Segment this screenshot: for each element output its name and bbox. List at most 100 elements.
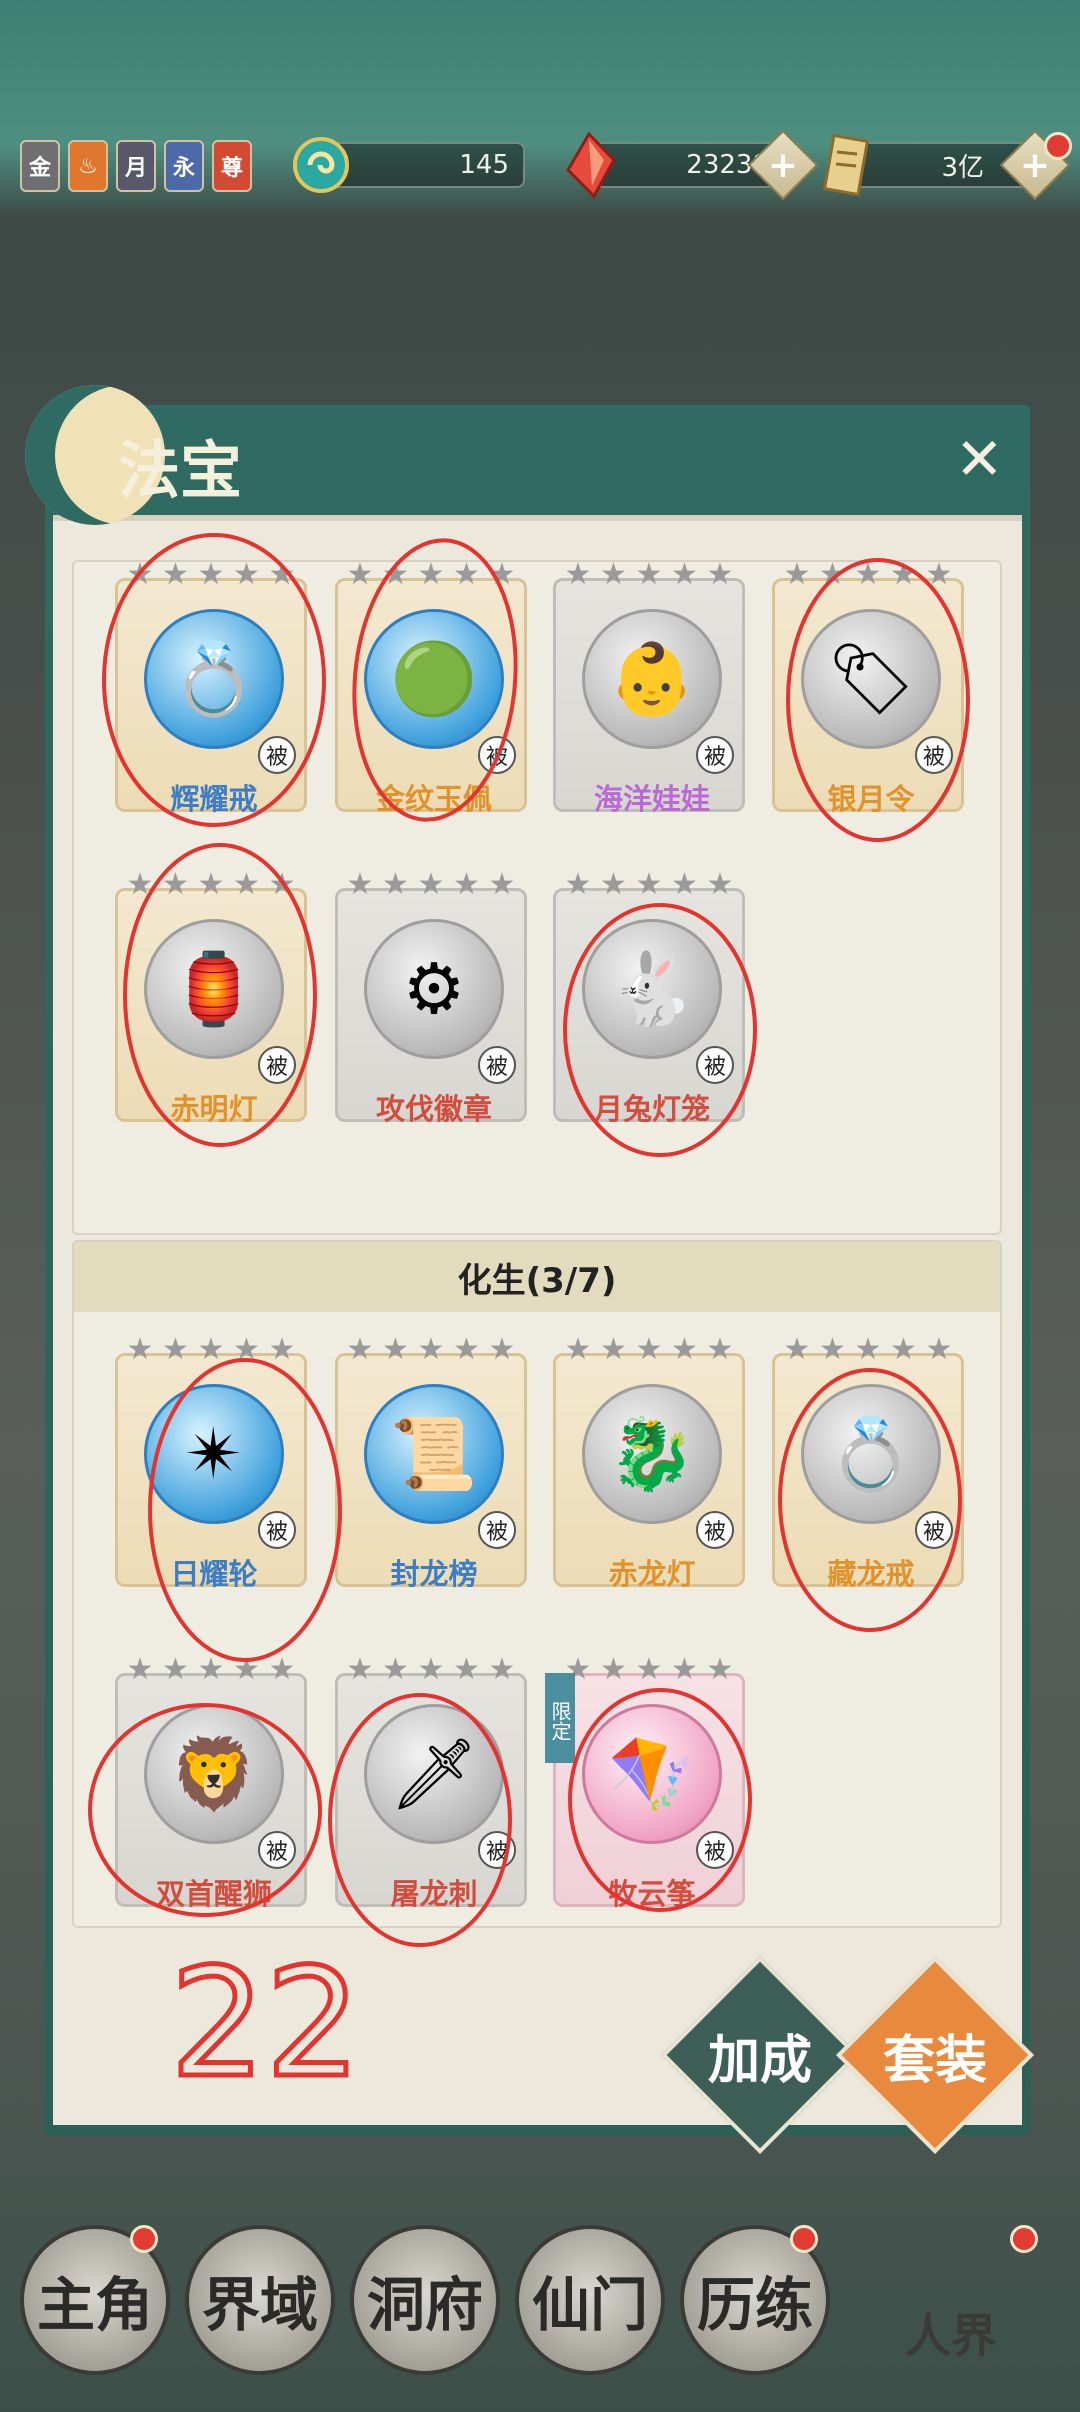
- star-icon: ★: [890, 557, 917, 592]
- notification-dot: [1044, 132, 1072, 160]
- passive-badge: 被: [478, 736, 516, 774]
- star-icon: ★: [600, 1332, 627, 1367]
- treasure-name: 封龙榜: [390, 1557, 478, 1591]
- star-icon: ★: [783, 557, 811, 592]
- treasure-card[interactable]: 🐉 被赤龙灯 ★ ★ ★ ★ ★: [553, 1332, 745, 1591]
- card-frame: 🦁 被双首醒狮: [115, 1673, 307, 1911]
- treasure-icon: 🦁: [144, 1704, 284, 1844]
- honor-badge-icon[interactable]: 尊: [212, 140, 252, 192]
- star-rating: ★ ★ ★ ★ ★: [563, 867, 735, 902]
- star-icon: ★: [600, 867, 627, 902]
- treasure-glyph-icon: 🪁: [608, 1732, 696, 1815]
- treasure-glyph-icon: 🏷: [826, 637, 916, 720]
- moon-badge-icon[interactable]: 月: [116, 140, 156, 192]
- treasure-glyph-icon: 🗡: [389, 1732, 479, 1815]
- star-icon: ★: [197, 557, 225, 592]
- treasure-card[interactable]: 🏷 被银月令 ★ ★ ★ ★ ★: [772, 557, 964, 816]
- treasure-icon: 🏮: [144, 919, 284, 1059]
- star-icon: ★: [453, 1332, 480, 1367]
- nav-cave[interactable]: 洞府: [350, 2225, 500, 2375]
- treasure-name: 日耀轮: [170, 1557, 258, 1591]
- star-icon: ★: [346, 557, 374, 592]
- add-crystal-button[interactable]: +: [747, 129, 819, 201]
- treasure-card[interactable]: 🐇 被月兔灯笼 ★ ★ ★ ★ ★: [553, 867, 745, 1126]
- treasure-card[interactable]: 🪁 被牧云筝 ★ ★ ★ ★ ★ 限定: [545, 1652, 745, 1911]
- star-icon: ★: [126, 1332, 154, 1367]
- star-icon: ★: [453, 867, 480, 902]
- passive-badge: 被: [696, 1831, 734, 1869]
- star-rating: ★ ★ ★ ★ ★: [563, 1332, 735, 1367]
- star-rating: ★ ★ ★ ★ ★: [345, 867, 517, 902]
- nav-notification-dot: [130, 2225, 158, 2253]
- flame-badge-icon[interactable]: ♨: [68, 140, 108, 192]
- star-icon: ★: [488, 1652, 516, 1687]
- star-icon: ★: [197, 1652, 225, 1687]
- treasure-icon: 👶: [582, 609, 722, 749]
- treasure-glyph-icon: 👶: [608, 637, 696, 720]
- star-rating: ★ ★ ★ ★ ★: [563, 1652, 735, 1687]
- star-icon: ★: [854, 557, 882, 592]
- passive-badge: 被: [258, 1831, 296, 1869]
- star-icon: ★: [671, 1652, 698, 1687]
- star-icon: ★: [564, 557, 592, 592]
- treasure-card[interactable]: 🗡 被屠龙刺 ★ ★ ★ ★ ★: [335, 1652, 527, 1911]
- nav-realm[interactable]: 界域: [185, 2225, 335, 2375]
- star-icon: ★: [635, 1332, 663, 1367]
- nav-human-realm[interactable]: 人界: [905, 2300, 997, 2366]
- star-icon: ★: [417, 1332, 445, 1367]
- passive-badge: 被: [478, 1511, 516, 1549]
- treasure-card[interactable]: 💍 被藏龙戒 ★ ★ ★ ★ ★: [772, 1332, 964, 1591]
- treasure-icon: 🐉: [582, 1384, 722, 1524]
- treasure-icon: 🐇: [582, 919, 722, 1059]
- star-icon: ★: [233, 1652, 260, 1687]
- limited-tag: 限定: [545, 1673, 575, 1763]
- star-icon: ★: [126, 867, 154, 902]
- card-frame: 🏮 被赤明灯: [115, 888, 307, 1126]
- section-header-huasheng: 化生(3/7): [74, 1242, 1000, 1312]
- star-icon: ★: [706, 867, 734, 902]
- star-icon: ★: [346, 1332, 374, 1367]
- star-icon: ★: [854, 1332, 882, 1367]
- star-rating: ★ ★ ★ ★ ★: [345, 557, 517, 592]
- star-icon: ★: [417, 557, 445, 592]
- treasure-card[interactable]: ✴ 被日耀轮 ★ ★ ★ ★ ★: [115, 1332, 307, 1591]
- card-frame: 🐇 被月兔灯笼: [553, 888, 745, 1126]
- eternal-badge-icon[interactable]: 永: [164, 140, 204, 192]
- star-icon: ★: [819, 557, 846, 592]
- star-icon: ★: [783, 1332, 811, 1367]
- star-icon: ★: [382, 557, 409, 592]
- treasure-card[interactable]: 🟢 被金纹玉佩 ★ ★ ★ ★ ★: [335, 557, 527, 816]
- star-icon: ★: [126, 1652, 154, 1687]
- star-icon: ★: [126, 557, 154, 592]
- treasure-card[interactable]: ⚙ 被攻伐徽章 ★ ★ ★ ★ ★: [335, 867, 527, 1126]
- star-icon: ★: [233, 557, 260, 592]
- gold-badge-icon[interactable]: 金: [20, 140, 60, 192]
- treasure-name: 攻伐徽章: [375, 1092, 492, 1126]
- treasure-card[interactable]: 🏮 被赤明灯 ★ ★ ★ ★ ★: [115, 867, 307, 1126]
- treasure-icon: 🟢: [364, 609, 504, 749]
- passive-badge: 被: [915, 1511, 953, 1549]
- nav-sect[interactable]: 仙门: [515, 2225, 665, 2375]
- star-icon: ★: [162, 1652, 189, 1687]
- close-button[interactable]: ✕: [955, 430, 1004, 488]
- treasure-card[interactable]: 🦁 被双首醒狮 ★ ★ ★ ★ ★: [115, 1652, 307, 1911]
- treasure-glyph-icon: 🐉: [608, 1412, 696, 1495]
- treasure-name: 藏龙戒: [827, 1557, 915, 1591]
- star-icon: ★: [268, 1652, 296, 1687]
- treasure-card[interactable]: 📜 被封龙榜 ★ ★ ★ ★ ★: [335, 1332, 527, 1591]
- star-icon: ★: [635, 557, 663, 592]
- treasure-name: 牧云筝: [608, 1877, 696, 1911]
- treasure-name: 海洋娃娃: [593, 782, 710, 816]
- star-icon: ★: [233, 867, 260, 902]
- passive-badge: 被: [478, 1831, 516, 1869]
- star-icon: ★: [890, 1332, 917, 1367]
- red-crystal-icon: [558, 130, 620, 200]
- star-icon: ★: [671, 1332, 698, 1367]
- passive-badge: 被: [696, 1511, 734, 1549]
- star-icon: ★: [706, 1652, 734, 1687]
- treasure-card[interactable]: 💍 被辉耀戒 ★ ★ ★ ★ ★: [115, 557, 307, 816]
- card-frame: 🟢 被金纹玉佩: [335, 578, 527, 816]
- star-icon: ★: [453, 1652, 480, 1687]
- treasure-card[interactable]: 👶 被海洋娃娃 ★ ★ ★ ★ ★: [553, 557, 745, 816]
- star-rating: ★ ★ ★ ★ ★: [345, 1332, 517, 1367]
